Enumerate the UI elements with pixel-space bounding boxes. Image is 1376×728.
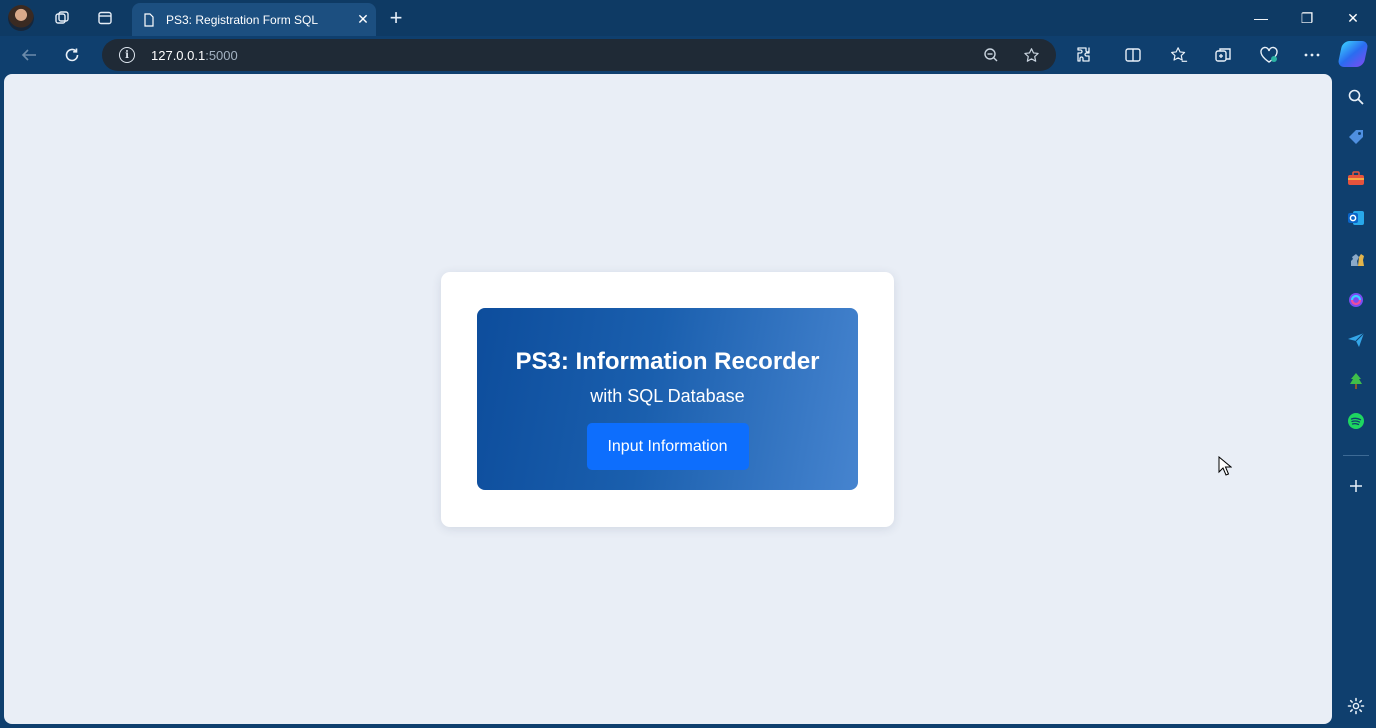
input-information-button[interactable]: Input Information bbox=[586, 423, 749, 470]
tag-icon[interactable] bbox=[1344, 125, 1368, 149]
mouse-cursor-icon bbox=[1218, 456, 1232, 476]
tab-title: PS3: Registration Form SQL bbox=[166, 12, 319, 27]
main-card: PS3: Information Recorder with SQL Datab… bbox=[441, 272, 894, 527]
chess-icon[interactable] bbox=[1344, 247, 1368, 271]
search-icon[interactable] bbox=[1344, 85, 1368, 109]
refresh-icon[interactable] bbox=[57, 41, 87, 69]
page-favicon-icon bbox=[144, 12, 154, 27]
restore-button[interactable]: ❐ bbox=[1284, 0, 1330, 36]
close-window-button[interactable]: ✕ bbox=[1330, 0, 1376, 36]
browser-toolbar: i 127.0.0.1:5000 bbox=[0, 36, 1376, 74]
spotify-icon[interactable] bbox=[1344, 409, 1368, 433]
settings-icon[interactable] bbox=[1344, 694, 1368, 718]
toolbox-icon[interactable] bbox=[1344, 166, 1368, 190]
profile-avatar[interactable] bbox=[8, 5, 34, 31]
page-subtitle: with SQL Database bbox=[590, 386, 745, 406]
browser-essentials-icon[interactable] bbox=[1254, 41, 1284, 69]
collections-icon[interactable] bbox=[1208, 41, 1238, 69]
sidebar-divider bbox=[1343, 455, 1369, 456]
url-port: :5000 bbox=[205, 47, 238, 63]
more-options-icon[interactable] bbox=[1297, 41, 1327, 69]
tab-actions-icon[interactable] bbox=[91, 4, 119, 32]
add-icon[interactable] bbox=[1344, 474, 1368, 498]
extensions-icon[interactable] bbox=[1070, 41, 1100, 69]
address-bar[interactable]: i 127.0.0.1:5000 bbox=[102, 39, 1056, 71]
outlook-icon[interactable] bbox=[1344, 206, 1368, 230]
workspaces-icon[interactable] bbox=[48, 4, 76, 32]
copilot-sidebar-icon[interactable] bbox=[1344, 288, 1368, 312]
title-bar: PS3: Registration Form SQL ✕ + — ❐ ✕ bbox=[0, 0, 1376, 36]
split-screen-icon[interactable] bbox=[1118, 41, 1148, 69]
new-tab-button[interactable]: + bbox=[382, 4, 410, 32]
favorites-icon[interactable] bbox=[1164, 41, 1194, 69]
zoom-out-icon[interactable] bbox=[979, 43, 1003, 67]
tab-active[interactable]: PS3: Registration Form SQL ✕ bbox=[132, 3, 376, 36]
page-viewport: PS3: Information Recorder with SQL Datab… bbox=[4, 74, 1332, 724]
tree-icon[interactable] bbox=[1344, 369, 1368, 393]
hero-banner: PS3: Information Recorder with SQL Datab… bbox=[477, 308, 858, 490]
edge-sidebar bbox=[1336, 74, 1376, 728]
url-host: 127.0.0.1 bbox=[151, 47, 206, 63]
site-info-icon[interactable]: i bbox=[119, 47, 135, 63]
favorite-star-icon[interactable] bbox=[1019, 43, 1043, 67]
page-title: PS3: Information Recorder bbox=[515, 348, 820, 375]
minimize-button[interactable]: — bbox=[1238, 0, 1284, 36]
back-icon[interactable] bbox=[14, 41, 44, 69]
tab-close-icon[interactable]: ✕ bbox=[350, 11, 376, 28]
send-icon[interactable] bbox=[1344, 328, 1368, 352]
